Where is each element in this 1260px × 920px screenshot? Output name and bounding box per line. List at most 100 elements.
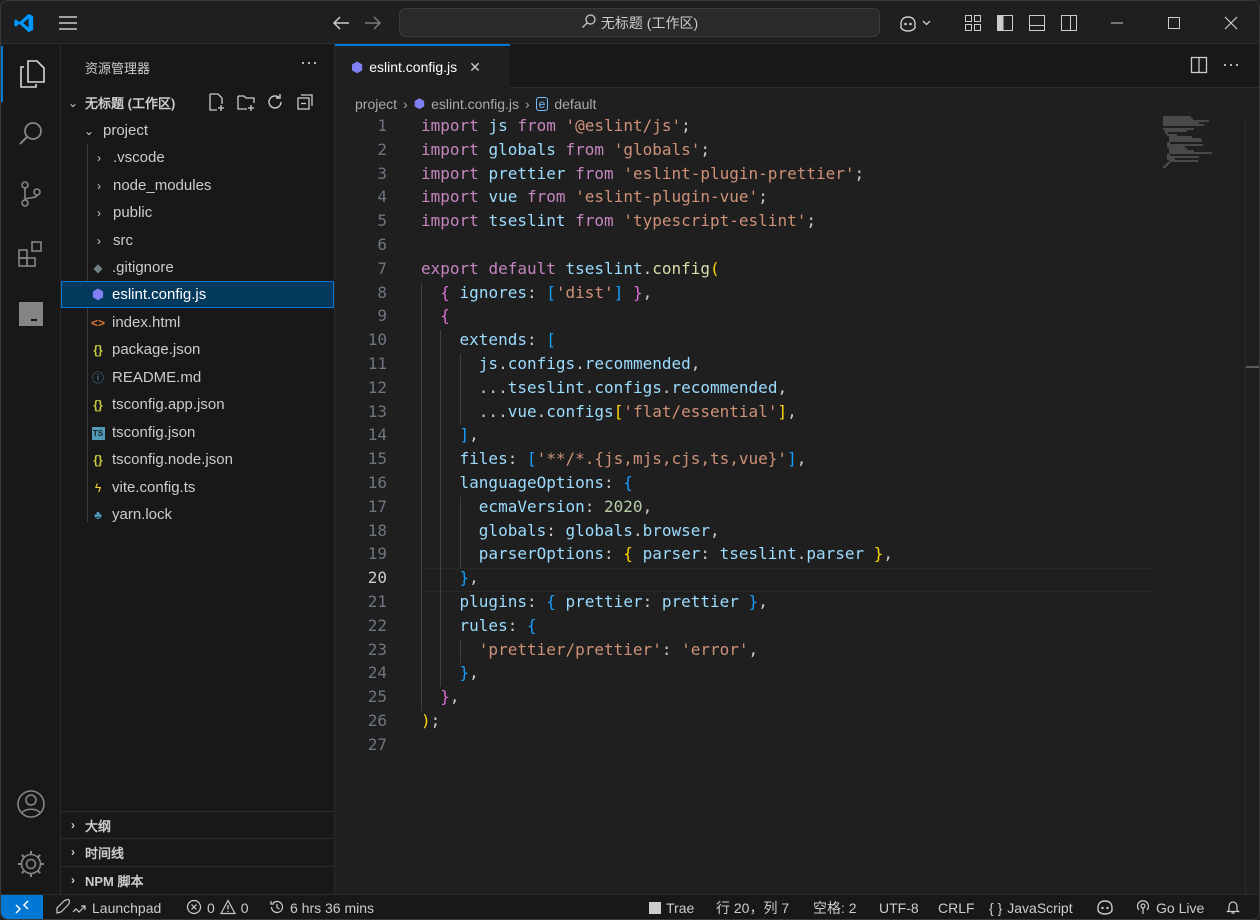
code-editor[interactable]: 1 import js from '@eslint/js'; 2 import glo… (335, 116, 1175, 816)
cursor-position[interactable]: 行 20，列 7 (716, 895, 789, 919)
code-line[interactable]: 12 ...tseslint.configs.recommended, (335, 377, 1175, 402)
settings-gear-icon[interactable] (1, 836, 61, 892)
code-line[interactable]: 4 import vue from 'eslint-plugin-vue'; (335, 187, 1175, 211)
tree-item-tsconfig-app[interactable]: {} tsconfig.app.json (61, 391, 334, 418)
split-editor-icon[interactable] (1190, 56, 1210, 76)
tree-item-src[interactable]: › src (61, 227, 334, 254)
copilot-icon[interactable] (894, 8, 936, 38)
encoding[interactable]: UTF-8 (879, 895, 919, 919)
code-line[interactable]: 24 }, (335, 663, 1175, 688)
code-line[interactable]: 1 import js from '@eslint/js'; (335, 116, 1175, 140)
code-line[interactable]: 15 files: ['**/*.{js,mjs,cjs,ts,vue}'], (335, 449, 1175, 473)
eslint-file-icon: ⬢ (91, 286, 105, 302)
source-control-icon[interactable] (1, 166, 61, 222)
breadcrumb-item[interactable]: project (355, 96, 397, 112)
code-line[interactable]: 8 { ignores: ['dist'] }, (335, 282, 1175, 307)
tab-eslint-config[interactable]: ⬢ eslint.config.js ✕ (335, 44, 510, 88)
more-actions-icon[interactable]: ··· (297, 53, 321, 76)
tree-item-node-modules[interactable]: › node_modules (61, 172, 334, 199)
code-line[interactable]: 7 export default tseslint.config( (335, 259, 1175, 283)
breadcrumb-item[interactable]: eslint.config.js (431, 96, 519, 112)
outline-panel-header[interactable]: › 大纲 (61, 811, 334, 838)
editor-scrollbar[interactable] (1245, 116, 1259, 894)
code-line[interactable]: 13 ...vue.configs['flat/essential'], (335, 401, 1175, 426)
code-line[interactable]: 2 import globals from 'globals'; (335, 140, 1175, 164)
chevron-right-icon: › (525, 96, 530, 112)
refresh-icon[interactable] (265, 92, 285, 112)
tree-item-readme[interactable]: ⓘ README.md (61, 364, 334, 391)
trae-item[interactable]: Trae (649, 895, 694, 919)
remote-indicator[interactable] (1, 895, 43, 919)
workspace-header[interactable]: ⌄ 无标题 (工作区) (61, 89, 334, 116)
trae-icon (649, 902, 661, 914)
wakatime-item[interactable]: 6 hrs 36 mins (269, 895, 374, 919)
tree-item-vite-config[interactable]: ϟ vite.config.ts (61, 474, 334, 501)
code-line[interactable]: 20 }, (335, 568, 1175, 593)
code-line[interactable]: 3 import prettier from 'eslint-plugin-pre… (335, 164, 1175, 188)
launchpad-item[interactable]: Launchpad (55, 895, 161, 919)
explorer-icon[interactable] (1, 46, 61, 102)
panel-icon[interactable] (1, 286, 61, 342)
indentation[interactable]: 空格: 2 (813, 895, 857, 919)
code-line[interactable]: 26); (335, 711, 1175, 735)
breadcrumb-item[interactable]: default (554, 96, 596, 112)
code-line[interactable]: 5 import tseslint from 'typescript-eslint… (335, 211, 1175, 235)
minimize-icon[interactable] (1099, 8, 1135, 38)
minimap[interactable] (1163, 116, 1243, 176)
command-center-search[interactable]: 无标题 (工作区) (399, 8, 880, 37)
code-line[interactable]: 16 languageOptions: { (335, 473, 1175, 497)
tree-item-index-html[interactable]: <> index.html (61, 309, 334, 336)
collapse-all-icon[interactable] (295, 92, 315, 112)
new-folder-icon[interactable] (236, 92, 256, 112)
customize-layout-icon[interactable] (959, 8, 987, 38)
code-line[interactable]: 19 parserOptions: { parser: tseslint.par… (335, 544, 1175, 569)
extensions-icon[interactable] (1, 226, 61, 282)
tree-item-vscode[interactable]: › .vscode (61, 144, 334, 171)
more-actions-icon[interactable]: ··· (1219, 54, 1243, 74)
tree-item-tsconfig-node[interactable]: {} tsconfig.node.json (61, 446, 334, 473)
code-line[interactable]: 11 js.configs.recommended, (335, 354, 1175, 378)
code-line[interactable]: 25 }, (335, 687, 1175, 711)
menu-icon[interactable] (53, 8, 83, 38)
code-line[interactable]: 23 'prettier/prettier': 'error', (335, 639, 1175, 664)
code-line[interactable]: 10 extends: [ (335, 330, 1175, 354)
code-line[interactable]: 22 rules: { (335, 615, 1175, 640)
account-icon[interactable] (1, 776, 61, 832)
code-line[interactable]: 21 plugins: { prettier: prettier }, (335, 592, 1175, 616)
close-tab-icon[interactable]: ✕ (469, 59, 481, 76)
toggle-panel-icon[interactable] (1023, 8, 1051, 38)
tree-item-yarn-lock[interactable]: ♣ yarn.lock (61, 501, 334, 528)
code-line[interactable]: 17 ecmaVersion: 2020, (335, 496, 1175, 521)
notifications[interactable] (1225, 895, 1241, 919)
search-icon[interactable] (1, 106, 61, 162)
breadcrumb: project › ⬢ eslint.config.js › e default (355, 94, 596, 114)
tree-item-project[interactable]: ⌄ project (61, 117, 334, 144)
tree-item-label: node_modules (113, 177, 212, 194)
tree-item-public[interactable]: › public (61, 199, 334, 226)
tree-item-tsconfig[interactable]: TS tsconfig.json (61, 419, 334, 446)
code-line[interactable]: 14 ], (335, 425, 1175, 450)
code-line[interactable]: 27 (335, 735, 1175, 759)
language-mode[interactable]: { } JavaScript (989, 895, 1073, 919)
code-line[interactable]: 9 { (335, 306, 1175, 331)
tree-item-eslint-config[interactable]: ⬢ eslint.config.js (61, 281, 334, 308)
problems-item[interactable]: 0 0 (186, 895, 249, 919)
copilot-status[interactable] (1096, 895, 1114, 919)
line-number: 18 (367, 520, 387, 540)
workspace-label: 无标题 (工作区) (85, 96, 176, 111)
new-file-icon[interactable] (206, 92, 226, 112)
tree-item-gitignore[interactable]: ◆ .gitignore (61, 254, 334, 281)
code-line[interactable]: 18 globals: globals.browser, (335, 520, 1175, 545)
tree-item-package-json[interactable]: {} package.json (61, 336, 334, 363)
code-line[interactable]: 6 (335, 235, 1175, 259)
timeline-panel-header[interactable]: › 时间线 (61, 838, 334, 865)
npm-scripts-panel-header[interactable]: › NPM 脚本 (61, 866, 334, 893)
back-arrow-icon[interactable] (326, 8, 356, 38)
maximize-icon[interactable] (1156, 8, 1192, 38)
end-of-line[interactable]: CRLF (938, 895, 975, 919)
go-live-item[interactable]: Go Live (1135, 895, 1204, 919)
close-window-icon[interactable] (1213, 8, 1249, 38)
forward-arrow-icon[interactable] (358, 8, 388, 38)
toggle-secondary-sidebar-icon[interactable] (1055, 8, 1083, 38)
toggle-primary-sidebar-icon[interactable] (991, 8, 1019, 38)
